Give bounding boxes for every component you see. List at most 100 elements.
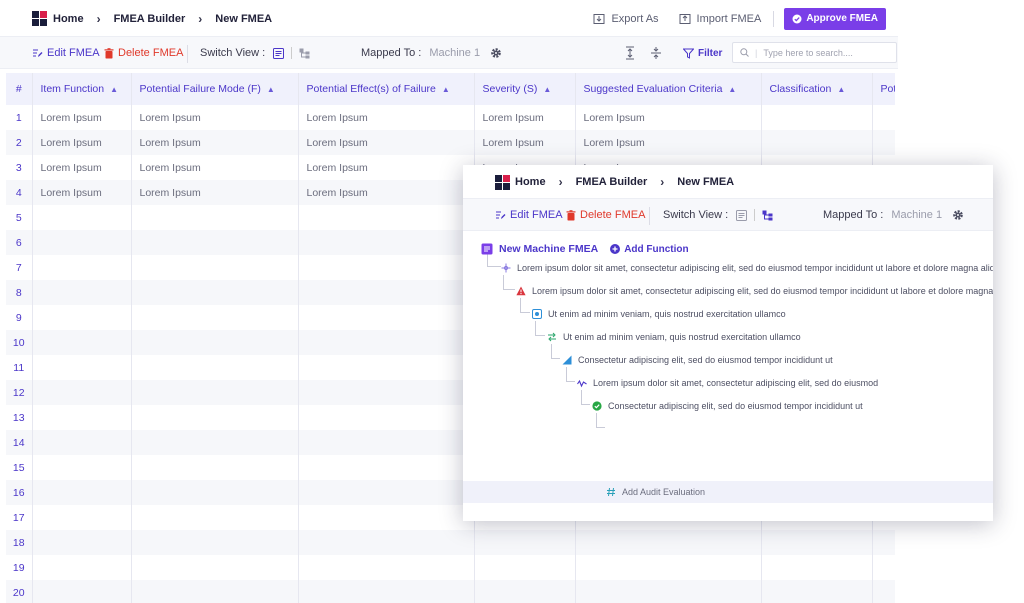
table-cell[interactable] [131, 355, 299, 380]
breadcrumb-fmea-builder[interactable]: FMEA Builder [576, 176, 648, 188]
table-cell[interactable] [32, 405, 132, 430]
table-cell[interactable] [298, 205, 475, 230]
table-cell[interactable] [872, 580, 895, 603]
table-cell[interactable] [32, 355, 132, 380]
table-cell[interactable]: Lorem Ipsum [131, 155, 299, 180]
table-cell[interactable] [32, 380, 132, 405]
table-cell[interactable] [298, 580, 475, 603]
approve-fmea-button[interactable]: Approve FMEA [784, 7, 886, 30]
table-cell[interactable] [298, 430, 475, 455]
table-cell[interactable] [131, 330, 299, 355]
table-cell[interactable]: Lorem Ipsum [131, 130, 299, 155]
table-cell[interactable] [474, 580, 576, 603]
app-logo[interactable] [32, 11, 47, 26]
table-cell[interactable]: Lorem Ipsum [131, 180, 299, 205]
table-row[interactable]: 2 Lorem Ipsum Lorem Ipsum Lorem Ipsum Lorem … [6, 130, 895, 155]
tree-view-icon[interactable] [299, 48, 310, 59]
table-cell[interactable] [32, 255, 132, 280]
tree-view-icon[interactable] [762, 210, 773, 221]
search-input[interactable]: Type here to search.... [763, 48, 853, 58]
table-cell[interactable] [474, 530, 576, 555]
table-cell[interactable]: Lorem Ipsum [298, 155, 475, 180]
gear-icon[interactable] [952, 209, 964, 221]
table-view-icon[interactable] [273, 47, 285, 59]
table-cell[interactable] [32, 330, 132, 355]
tree-node-cause[interactable]: Ut enim ad minim veniam, quis nostrud ex… [547, 328, 801, 346]
export-button[interactable]: Export As [593, 13, 659, 25]
sort-icon[interactable]: ▲ [728, 85, 736, 94]
column-header[interactable]: Item Function ▲ [32, 73, 132, 105]
tree-node-function[interactable]: Lorem ipsum dolor sit amet, consectetur … [501, 259, 993, 277]
table-cell[interactable] [131, 205, 299, 230]
search-field[interactable]: | Type here to search.... [732, 42, 897, 63]
table-cell[interactable] [872, 130, 895, 155]
table-cell[interactable] [32, 280, 132, 305]
sort-icon[interactable]: ▲ [110, 85, 118, 94]
column-header[interactable]: Potential Effect(s) of Failure ▲ [298, 73, 475, 105]
table-cell[interactable] [131, 405, 299, 430]
delete-fmea-button[interactable]: Delete FMEA [566, 199, 645, 231]
add-function-button[interactable]: Add Function [610, 244, 689, 255]
table-cell[interactable] [298, 255, 475, 280]
table-cell[interactable] [32, 580, 132, 603]
app-logo[interactable] [495, 175, 510, 190]
table-cell[interactable] [32, 230, 132, 255]
table-cell[interactable] [575, 580, 762, 603]
table-cell[interactable]: Lorem Ipsum [474, 130, 576, 155]
table-cell[interactable] [131, 255, 299, 280]
table-cell[interactable]: Lorem Ipsum [32, 180, 132, 205]
table-cell[interactable] [474, 555, 576, 580]
table-cell[interactable] [131, 380, 299, 405]
table-cell[interactable] [131, 530, 299, 555]
table-cell[interactable] [32, 530, 132, 555]
breadcrumb-fmea-builder[interactable]: FMEA Builder [114, 13, 186, 25]
table-cell[interactable] [761, 580, 873, 603]
table-row[interactable]: 20 [6, 580, 895, 603]
table-cell[interactable] [575, 530, 762, 555]
table-cell[interactable]: Lorem Ipsum [575, 130, 762, 155]
table-cell[interactable] [298, 230, 475, 255]
table-cell[interactable]: Lorem Ipsum [131, 105, 299, 130]
delete-fmea-button[interactable]: Delete FMEA [104, 37, 183, 69]
table-cell[interactable] [131, 505, 299, 530]
table-cell[interactable] [32, 305, 132, 330]
table-cell[interactable] [298, 355, 475, 380]
table-row[interactable]: 19 [6, 555, 895, 580]
table-row[interactable]: 18 [6, 530, 895, 555]
table-cell[interactable]: Lorem Ipsum [298, 180, 475, 205]
table-cell[interactable] [872, 105, 895, 130]
import-button[interactable]: Import FMEA [679, 13, 761, 25]
sort-icon[interactable]: ▲ [837, 85, 845, 94]
table-cell[interactable] [32, 505, 132, 530]
table-cell[interactable] [872, 530, 895, 555]
table-cell[interactable] [131, 580, 299, 603]
table-cell[interactable] [32, 555, 132, 580]
table-cell[interactable] [131, 230, 299, 255]
edit-fmea-button[interactable]: Edit FMEA [32, 37, 100, 69]
table-cell[interactable]: Lorem Ipsum [474, 105, 576, 130]
column-header[interactable]: Potential Failure Mode (F) ▲ [131, 73, 299, 105]
table-row[interactable]: 1 Lorem Ipsum Lorem Ipsum Lorem Ipsum Lorem … [6, 105, 895, 130]
tree-node-action[interactable]: Consectetur adipiscing elit, sed do eius… [592, 397, 863, 415]
table-cell[interactable] [32, 480, 132, 505]
table-cell[interactable] [575, 555, 762, 580]
tree-node-detection[interactable]: Lorem ipsum dolor sit amet, consectetur … [577, 374, 878, 392]
table-cell[interactable] [298, 555, 475, 580]
table-cell[interactable] [131, 480, 299, 505]
column-header[interactable]: Pote [872, 73, 895, 105]
column-header[interactable]: Suggested Evaluation Criteria ▲ [575, 73, 762, 105]
edit-fmea-button[interactable]: Edit FMEA [495, 199, 563, 231]
breadcrumb-home[interactable]: Home [53, 13, 84, 25]
table-cell[interactable] [761, 130, 873, 155]
table-cell[interactable]: Lorem Ipsum [298, 130, 475, 155]
table-cell[interactable] [298, 305, 475, 330]
table-cell[interactable] [298, 330, 475, 355]
tree-root[interactable]: New Machine FMEA Add Function [481, 240, 689, 258]
table-cell[interactable] [298, 455, 475, 480]
table-cell[interactable]: Lorem Ipsum [32, 130, 132, 155]
sort-icon[interactable]: ▲ [543, 85, 551, 94]
table-cell[interactable] [131, 430, 299, 455]
add-audit-evaluation-button[interactable]: Add Audit Evaluation [606, 483, 705, 501]
table-cell[interactable] [298, 530, 475, 555]
table-cell[interactable] [298, 280, 475, 305]
